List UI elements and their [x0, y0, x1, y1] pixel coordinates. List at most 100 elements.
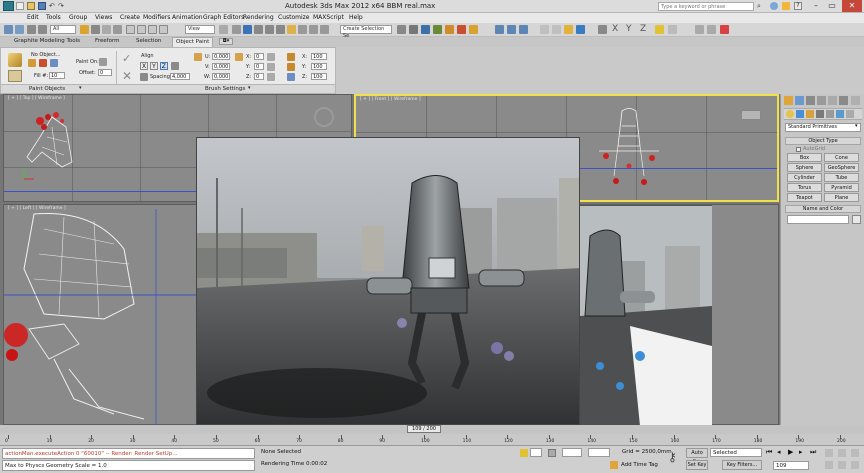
rotate-lock-y-icon[interactable]	[267, 63, 275, 71]
maxscript-listener-line2[interactable]: Max to Physcs Geometry Scale = 1.0	[2, 460, 255, 471]
render-production-icon[interactable]	[469, 25, 478, 34]
orbit-icon[interactable]	[851, 461, 859, 469]
minimize-button[interactable]: –	[808, 0, 824, 12]
rotate-icon[interactable]	[137, 25, 146, 34]
menu-rendering[interactable]: Rendering	[243, 14, 274, 21]
teapot-button[interactable]: Teapot	[787, 193, 822, 202]
unlink-icon[interactable]	[38, 25, 47, 34]
geosphere-button[interactable]: GeoSphere	[824, 163, 859, 172]
layer-manager-icon[interactable]	[320, 25, 329, 34]
window-crossing-icon[interactable]	[113, 25, 122, 34]
select-object-icon[interactable]	[80, 25, 89, 34]
panel-expand-icon[interactable]: ▾	[79, 85, 82, 91]
paint-on-dropdown-icon[interactable]	[99, 58, 107, 66]
tool-c-icon[interactable]	[720, 25, 729, 34]
align-x-icon[interactable]: X	[140, 62, 148, 70]
ribbon-options-icon[interactable]: ◘▾	[219, 38, 233, 45]
communication-center-icon[interactable]	[782, 2, 790, 10]
app-menu-icon[interactable]	[3, 1, 14, 11]
motion-tab-icon[interactable]	[817, 96, 826, 105]
auto-key-button[interactable]: Auto Key	[686, 448, 708, 465]
panel-extra-icon[interactable]	[851, 96, 860, 105]
box-button[interactable]: Box	[787, 153, 822, 162]
tool-b-icon[interactable]	[707, 25, 716, 34]
rendered-frame-window[interactable]	[196, 137, 580, 425]
dropdown-arrow-icon[interactable]: ▾	[855, 123, 858, 129]
scale-icon[interactable]	[148, 25, 157, 34]
select-by-name-icon[interactable]	[91, 25, 100, 34]
add-time-tag-label[interactable]: Add Time Tag	[621, 462, 658, 468]
autogrid-checkbox[interactable]	[796, 147, 801, 152]
select-manipulate-icon[interactable]	[159, 25, 168, 34]
name-and-color-rollout-header[interactable]: Name and Color	[785, 205, 861, 213]
undo-icon[interactable]: ↶	[49, 2, 57, 10]
cross-icon[interactable]: ✕	[122, 70, 134, 82]
w-input[interactable]: 0,000	[212, 73, 230, 80]
helpers-icon[interactable]	[826, 110, 834, 118]
plane-button[interactable]: Plane	[824, 193, 859, 202]
rectangular-selection-icon[interactable]	[102, 25, 111, 34]
shapes-icon[interactable]	[796, 110, 804, 118]
spinner-snap-icon[interactable]	[276, 25, 285, 34]
menu-graph-editors[interactable]: Graph Editors	[203, 14, 244, 21]
rotate-lock-x-icon[interactable]	[267, 53, 275, 61]
edit-named-selection-icon[interactable]	[287, 25, 296, 34]
create-tab-icon[interactable]	[784, 96, 793, 105]
scale-icon-1[interactable]	[287, 53, 295, 61]
go-to-end-icon[interactable]: ⏭	[810, 448, 819, 457]
zoom-extents-icon[interactable]	[851, 449, 859, 457]
maximize-button[interactable]: ▭	[824, 0, 840, 12]
named-selection-set-dropdown[interactable]: Create Selection Se	[340, 25, 392, 39]
menu-maxscript[interactable]: MAXScript	[313, 14, 344, 21]
paint-objects-panel-title[interactable]: Paint Objects	[29, 86, 65, 92]
mirror-tool-icon[interactable]	[397, 25, 406, 34]
selection-filter-dropdown[interactable]: All	[50, 25, 76, 34]
viewport-front-label[interactable]: [ + ] [ Front ] [ Wireframe ]	[360, 97, 421, 102]
cylinder-button[interactable]: Cylinder	[787, 173, 822, 182]
pyramid-button[interactable]: Pyramid	[824, 183, 859, 192]
z-constraint-icon[interactable]: Z	[640, 24, 646, 34]
align-y-icon[interactable]: Y	[149, 62, 158, 70]
new-file-icon[interactable]	[16, 2, 24, 10]
axis-tool-icon[interactable]	[668, 25, 677, 34]
hierarchy-tab-icon[interactable]	[806, 96, 815, 105]
angle-snap-icon[interactable]	[254, 25, 263, 34]
menu-views[interactable]: Views	[95, 14, 112, 21]
viewcube-front-icon[interactable]	[741, 110, 761, 120]
align-icon[interactable]	[309, 25, 318, 34]
y-input[interactable]: 0	[254, 63, 264, 70]
help-icon[interactable]: ?	[794, 2, 802, 10]
checkmark-icon[interactable]: ✓	[122, 53, 134, 65]
x-constraint-icon[interactable]: X	[612, 24, 618, 34]
menu-animation[interactable]: Animation	[172, 14, 203, 21]
sphere-button[interactable]: Sphere	[787, 163, 822, 172]
light-tool-icon[interactable]	[552, 25, 561, 34]
time-slider-thumb[interactable]: 109 / 200	[407, 425, 441, 433]
object-color-swatch[interactable]	[852, 215, 861, 224]
key-icon[interactable]: ⚷	[668, 450, 682, 464]
brush-settings-panel-title[interactable]: Brush Settings	[205, 86, 245, 92]
scale-icon-3[interactable]	[287, 73, 295, 81]
active-shade-icon[interactable]	[576, 25, 585, 34]
zoom-all-icon[interactable]	[838, 449, 846, 457]
paint-brush-icon[interactable]	[8, 53, 22, 67]
open-file-icon[interactable]	[27, 2, 35, 10]
rendered-frame-window-icon[interactable]	[457, 25, 466, 34]
viewport-top-label[interactable]: [ + ] [ Top ] [ Wireframe ]	[8, 96, 65, 101]
zoom-icon[interactable]	[825, 449, 833, 457]
schematic-view-icon[interactable]	[421, 25, 430, 34]
render-setup-icon[interactable]	[445, 25, 454, 34]
scatter-u-icon[interactable]	[194, 53, 202, 61]
viewport-tool-icon[interactable]	[495, 25, 504, 34]
field-of-view-icon[interactable]	[825, 461, 833, 469]
go-to-start-icon[interactable]: ⏮	[766, 448, 775, 457]
tab-graphite-modeling-tools[interactable]: Graphite Modeling Tools	[14, 38, 80, 44]
no-object-label[interactable]: No Object...	[31, 52, 60, 58]
z-input[interactable]: 0	[254, 73, 264, 80]
search-input[interactable]: Type a keyword or phrase	[658, 2, 754, 11]
cameras-icon[interactable]	[816, 110, 824, 118]
curve-editor-icon[interactable]	[409, 25, 418, 34]
extra-tool-icon[interactable]	[598, 25, 607, 34]
next-frame-icon[interactable]: ▸	[799, 448, 808, 457]
tool-a-icon[interactable]	[695, 25, 704, 34]
